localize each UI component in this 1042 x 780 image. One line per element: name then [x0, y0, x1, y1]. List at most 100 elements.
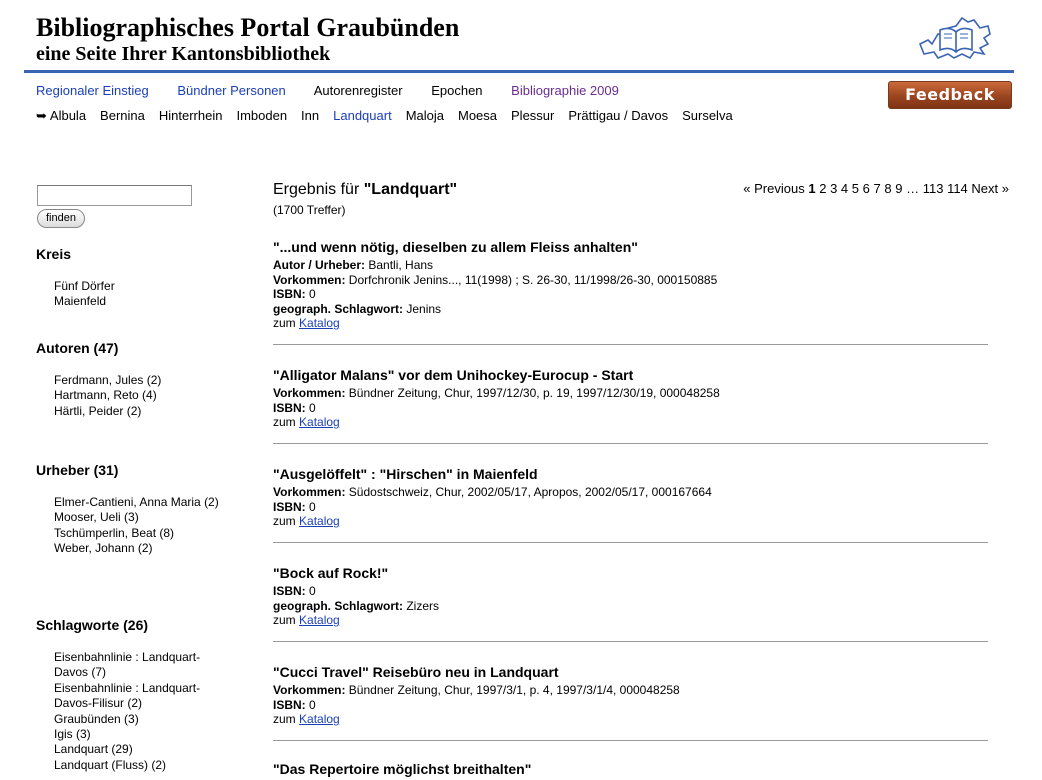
book-map-logo-icon[interactable] — [914, 10, 994, 68]
result-item: "Alligator Malans" vor dem Unihockey-Eur… — [273, 366, 988, 430]
facet-item[interactable]: Tschümperlin, Beat (8) — [54, 526, 226, 541]
pagination-page[interactable]: 5 — [852, 181, 859, 196]
facet-item[interactable]: Hartmann, Reto (4) — [54, 388, 229, 403]
result-field: Vorkommen: Bündner Zeitung, Chur, 1997/1… — [273, 386, 720, 400]
nav-epochen[interactable]: Epochen — [431, 83, 482, 98]
facet-item[interactable]: Eisenbahnlinie : Landquart-Davos (7) — [54, 650, 222, 681]
catalog-link[interactable]: Katalog — [299, 613, 340, 627]
result-divider — [273, 740, 988, 741]
catalog-link[interactable]: Katalog — [299, 316, 340, 330]
facet-heading-autoren: Autoren (47) — [36, 340, 119, 356]
result-field: geograph. Schlagwort: Zizers — [273, 598, 440, 613]
catalog-line: zum Katalog — [273, 613, 340, 628]
pagination-page[interactable]: 4 — [841, 181, 848, 196]
nav-buendner-personen[interactable]: Bündner Personen — [177, 83, 285, 98]
catalog-link[interactable]: Katalog — [299, 514, 340, 528]
result-title[interactable]: "Cucci Travel" Reisebüro neu in Landquar… — [273, 663, 988, 681]
facet-item[interactable]: Igis (3) — [54, 727, 222, 742]
result-query: "Landquart" — [363, 181, 458, 198]
pagination-page[interactable]: 2 — [819, 181, 826, 196]
pagination-page[interactable]: 7 — [874, 181, 881, 196]
subnav-item-moesa[interactable]: Moesa — [458, 108, 497, 123]
facet-item[interactable]: Ferdmann, Jules (2) — [54, 373, 229, 388]
pagination-page[interactable]: 1 — [808, 181, 815, 196]
catalog-line: zum Katalog — [273, 415, 340, 430]
result-title[interactable]: "Alligator Malans" vor dem Unihockey-Eur… — [273, 366, 988, 384]
pagination-previous[interactable]: « Previous — [743, 181, 804, 196]
nav-autorenregister[interactable]: Autorenregister — [314, 83, 403, 98]
facet-heading-urheber: Urheber (31) — [36, 462, 119, 478]
result-field: geograph. Schlagwort: Jenins — [273, 301, 442, 316]
pagination-page[interactable]: 3 — [830, 181, 837, 196]
arrow-right-icon: ➥ — [36, 108, 47, 123]
feedback-button[interactable]: Feedback — [888, 81, 1012, 109]
result-divider — [273, 542, 988, 543]
subnav-item-plessur[interactable]: Plessur — [511, 108, 554, 123]
facet-item[interactable]: Fünf Dörfer — [54, 279, 229, 294]
facet-list-kreis: Fünf Dörfer Maienfeld — [54, 279, 229, 310]
hit-count: (1700 Treffer) — [273, 203, 346, 217]
catalog-line: zum Katalog — [273, 712, 340, 727]
result-title[interactable]: "Bock auf Rock!" — [273, 564, 988, 582]
pagination-page[interactable]: 9 — [895, 181, 902, 196]
subnav-item-bernina[interactable]: Bernina — [100, 108, 145, 123]
site-subtitle: eine Seite Ihrer Kantonsbibliothek — [36, 43, 331, 65]
result-divider — [273, 344, 988, 345]
result-field: Vorkommen: Bündner Zeitung, Chur, 1997/3… — [273, 683, 680, 697]
pagination-ellipsis: … — [906, 181, 920, 196]
result-divider — [273, 641, 988, 642]
subnav-item-inn[interactable]: Inn — [301, 108, 319, 123]
subnav-item-landquart[interactable]: Landquart — [333, 108, 392, 123]
facet-item[interactable]: Landquart (Fluss) (2) — [54, 758, 222, 773]
result-header: Ergebnis für "Landquart" — [273, 181, 457, 199]
pagination-page[interactable]: 6 — [863, 181, 870, 196]
nav-bibliographie-2009[interactable]: Bibliographie 2009 — [511, 83, 619, 98]
result-field: ISBN: 0 — [273, 499, 316, 514]
result-field: Autor / Urheber: Bantli, Hans — [273, 258, 434, 272]
result-item: "Cucci Travel" Reisebüro neu in Landquar… — [273, 663, 988, 727]
facet-item[interactable]: Graubünden (3) — [54, 712, 222, 727]
pagination-next[interactable]: Next » — [971, 181, 1009, 196]
facet-item[interactable]: Härtli, Peider (2) — [54, 404, 229, 419]
pagination-page[interactable]: 8 — [884, 181, 891, 196]
result-divider — [273, 443, 988, 444]
pagination-page[interactable]: 113 — [923, 181, 944, 196]
facet-list-autoren: Ferdmann, Jules (2) Hartmann, Reto (4) H… — [54, 373, 229, 419]
subnav-item-hinterrhein[interactable]: Hinterrhein — [159, 108, 223, 123]
subnav-item-maloja[interactable]: Maloja — [406, 108, 444, 123]
facet-list-urheber: Elmer-Cantieni, Anna Maria (2) Mooser, U… — [54, 495, 226, 557]
subnav-item-imboden[interactable]: Imboden — [236, 108, 287, 123]
catalog-line: zum Katalog — [273, 514, 340, 529]
result-field: ISBN: 0 — [273, 584, 316, 598]
search-input[interactable] — [37, 185, 192, 206]
facet-item[interactable]: Weber, Johann (2) — [54, 541, 226, 556]
result-title[interactable]: "...und wenn nötig, dieselben zu allem F… — [273, 238, 988, 256]
facet-item[interactable]: Maienfeld — [54, 294, 229, 309]
catalog-link[interactable]: Katalog — [299, 415, 340, 429]
facet-list-schlagworte: Eisenbahnlinie : Landquart-Davos (7) Eis… — [54, 650, 222, 773]
site-title: Bibliographisches Portal Graubünden — [36, 13, 460, 42]
facet-item[interactable]: Mooser, Ueli (3) — [54, 510, 226, 525]
result-field: ISBN: 0 — [273, 287, 316, 302]
result-field: ISBN: 0 — [273, 697, 316, 712]
main-navigation: Regionaler Einstieg Bündner Personen Aut… — [36, 83, 644, 98]
result-field: ISBN: 0 — [273, 400, 316, 415]
facet-heading-kreis: Kreis — [36, 246, 72, 262]
subnav-item-praettigau-davos[interactable]: Prättigau / Davos — [568, 108, 668, 123]
region-subnavigation: ➥ Albula Bernina Hinterrhein Imboden Inn Landq… — [36, 108, 747, 124]
facet-item[interactable]: Eisenbahnlinie : Landquart-Davos-Filisur… — [54, 681, 222, 712]
header-divider — [24, 70, 1014, 73]
result-title[interactable]: "Das Repertoire möglichst breithalten" — [273, 760, 988, 778]
result-header-prefix: Ergebnis für — [273, 181, 364, 198]
catalog-link[interactable]: Katalog — [299, 712, 340, 726]
facet-item[interactable]: Elmer-Cantieni, Anna Maria (2) — [54, 495, 226, 510]
result-field: Vorkommen: Südostschweiz, Chur, 2002/05/… — [273, 485, 712, 499]
facet-heading-schlagworte: Schlagworte (26) — [36, 617, 149, 633]
result-title[interactable]: "Ausgelöffelt" : "Hirschen" in Maienfeld — [273, 465, 988, 483]
facet-item[interactable]: Landquart (29) — [54, 742, 222, 757]
subnav-item-surselva[interactable]: Surselva — [682, 108, 733, 123]
nav-regionaler-einstieg[interactable]: Regionaler Einstieg — [36, 83, 149, 98]
search-button[interactable]: finden — [37, 209, 85, 228]
pagination-page[interactable]: 114 — [947, 181, 968, 196]
subnav-item-albula[interactable]: Albula — [50, 108, 86, 123]
